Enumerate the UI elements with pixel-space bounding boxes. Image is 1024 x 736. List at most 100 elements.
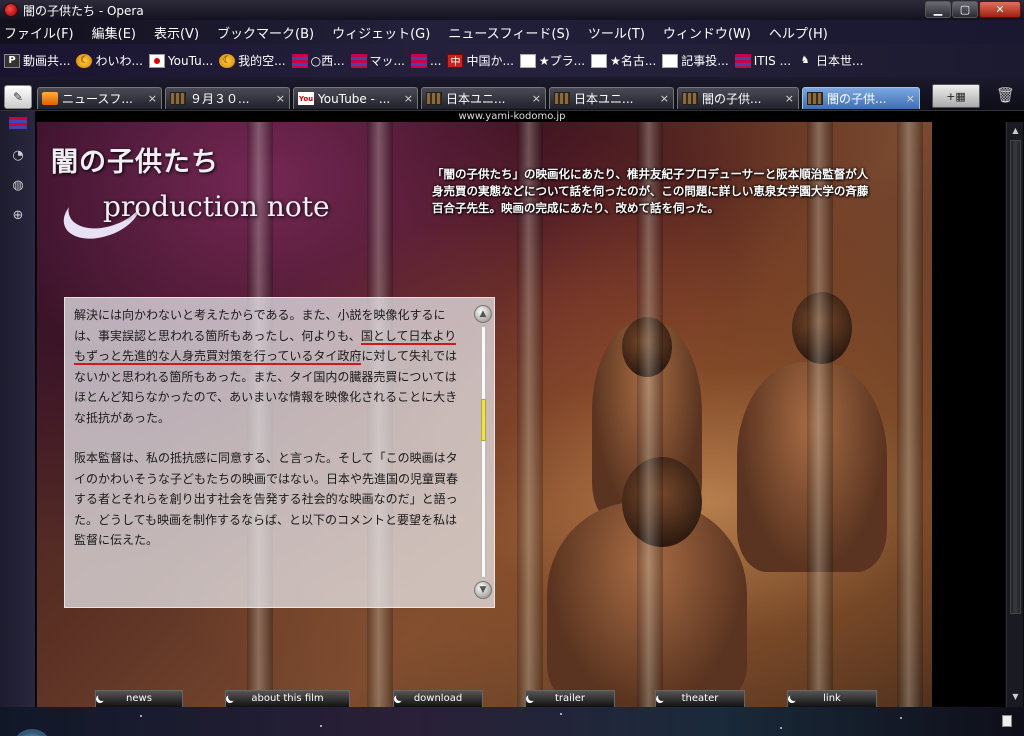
bookmark-item[interactable]: 中中国か... — [447, 52, 514, 69]
scroll-up-button[interactable]: ▲ — [474, 305, 492, 323]
maximize-button[interactable]: ▢ — [952, 1, 978, 18]
white-icon — [662, 53, 679, 68]
horse-icon: ♞ — [800, 55, 810, 66]
bookmark-item[interactable]: P 動画共... — [4, 52, 70, 69]
moon-icon: ☾ — [76, 53, 93, 68]
window-title: 闇の子供たち - Opera — [23, 3, 144, 18]
menu-bar: ファイル(F) 編集(E) 表示(V) ブックマーク(B) ウィジェット(G) … — [0, 20, 1024, 44]
tab-uni-1[interactable]: 日本ユニ... × — [421, 87, 546, 109]
nav-about[interactable]: about this film — [225, 690, 350, 707]
bookmark-item[interactable]: ... — [410, 53, 441, 68]
opera-icon[interactable] — [4, 3, 18, 17]
window-controls: ▁ ▢ ✕ — [925, 1, 1021, 18]
film-icon — [170, 92, 186, 105]
star — [900, 717, 902, 719]
minimize-button[interactable]: ▁ — [925, 1, 951, 18]
trash-icon[interactable]: 🗑 — [996, 86, 1015, 104]
bookmark-item[interactable]: ★プラ... — [519, 52, 585, 69]
tab-close-icon[interactable]: × — [785, 92, 794, 105]
youtube-icon: You — [298, 92, 314, 105]
window-bar — [897, 122, 923, 707]
white-icon — [591, 53, 608, 68]
bars-icon — [291, 53, 308, 68]
bookmark-item[interactable]: ★名古... — [591, 52, 656, 69]
site-logo-title[interactable]: 闇の子供たち — [51, 140, 219, 179]
close-button[interactable]: ✕ — [979, 1, 1021, 18]
history-panel-icon[interactable]: ◔ — [8, 147, 28, 165]
new-tab-button[interactable]: +▦ — [932, 84, 980, 108]
document-icon[interactable] — [1002, 715, 1012, 727]
status-bar — [0, 707, 1024, 736]
white-icon — [519, 53, 536, 68]
scroll-up-arrow-icon[interactable]: ▲ — [1009, 124, 1022, 137]
start-orb-icon[interactable] — [12, 729, 52, 736]
tab-yami-1[interactable]: 闇の子供... × — [677, 87, 799, 109]
tab-close-icon[interactable]: × — [276, 92, 285, 105]
bookmark-item[interactable]: マッ... — [350, 52, 405, 69]
paragraph-2: 阪本監督は、私の抵抗感に同意する、と言った。そして「この映画はタイのかわいそうな… — [74, 451, 459, 547]
tab-close-icon[interactable]: × — [148, 92, 157, 105]
film-icon — [807, 92, 823, 105]
menu-widgets[interactable]: ウィジェット(G) — [332, 23, 430, 42]
tab-uni-2[interactable]: 日本ユニ... × — [549, 87, 674, 109]
bookmark-item[interactable]: ♞ 日本世... — [797, 52, 864, 69]
red-icon: 中 — [447, 53, 464, 68]
star — [780, 727, 782, 729]
page-scrollbar[interactable]: ▲ ▼ — [1006, 122, 1023, 707]
tab-close-icon[interactable]: × — [660, 92, 669, 105]
tab-yami-active[interactable]: 闇の子供... × — [802, 87, 920, 109]
tab-close-icon[interactable]: × — [906, 92, 915, 105]
nav-news[interactable]: news — [95, 690, 183, 707]
feeds-panel-icon[interactable]: ◍ — [8, 177, 28, 195]
bookmark-item[interactable]: ITIS ... — [734, 53, 791, 68]
tab-close-icon[interactable]: × — [404, 92, 413, 105]
side-panel: ◔ ◍ ⊕ — [0, 111, 36, 707]
film-icon — [426, 92, 442, 105]
page-scroll-thumb[interactable] — [1010, 140, 1021, 614]
bars-icon — [410, 53, 427, 68]
bookmark-item[interactable]: ☾ 我的空... — [219, 52, 286, 69]
moon-icon: ☾ — [219, 53, 236, 68]
tab-sep30[interactable]: ９月３０... × — [165, 87, 290, 109]
menu-feeds[interactable]: ニュースフィード(S) — [448, 23, 570, 42]
bookmark-item[interactable]: 記事投... — [662, 52, 729, 69]
paragraph-1: 解決には向かわないと考えたからである。また、小説を映像化するには、事実誤認と思わ… — [74, 308, 458, 425]
title-bar: 闇の子供たち - Opera ▁ ▢ ✕ — [0, 0, 1024, 20]
site-nav: news about this film download trailer th… — [95, 690, 915, 707]
tab-feeds[interactable]: ニュースフ... × — [37, 87, 162, 109]
tab-youtube[interactable]: You YouTube - ... × — [293, 87, 418, 109]
section-title: production note — [103, 190, 330, 223]
menu-help[interactable]: ヘルプ(H) — [769, 23, 828, 42]
p-icon: P — [4, 53, 20, 68]
film-icon — [682, 92, 698, 105]
add-panel-icon[interactable]: ⊕ — [8, 207, 28, 225]
nav-link[interactable]: link — [787, 690, 877, 707]
film-icon — [554, 92, 570, 105]
panel-toggle-icon[interactable]: ✎ — [4, 85, 32, 109]
scroll-thumb[interactable] — [481, 399, 486, 441]
bookmark-item[interactable]: YouTu... — [148, 53, 213, 68]
scroll-down-arrow-icon[interactable]: ▼ — [1009, 690, 1022, 703]
menu-view[interactable]: 表示(V) — [154, 23, 199, 42]
scroll-track[interactable] — [481, 326, 486, 578]
bookmark-item[interactable]: ☾ わいわ... — [76, 52, 143, 69]
scroll-down-button[interactable]: ▼ — [474, 581, 492, 599]
web-page: 闇の子供たち production note 「闇の子供たち」の映画化にあたり、… — [37, 122, 1005, 707]
menu-edit[interactable]: 編集(E) — [92, 23, 136, 42]
menu-bookmarks[interactable]: ブックマーク(B) — [217, 23, 314, 42]
nav-trailer[interactable]: trailer — [525, 690, 615, 707]
menu-window[interactable]: ウィンドウ(W) — [663, 23, 751, 42]
intro-text: 「闇の子供たち」の映画化にあたり、椎井友紀子プロデューサーと阪本順治監督が人身売… — [432, 167, 869, 215]
article-text: 解決には向かわないと考えたからである。また、小説を映像化するには、事実誤認と思わ… — [74, 305, 466, 571]
menu-file[interactable]: ファイル(F) — [4, 23, 74, 42]
article-box: 解決には向かわないと考えたからである。また、小説を映像化するには、事実誤認と思わ… — [64, 297, 495, 608]
tab-close-icon[interactable]: × — [532, 92, 541, 105]
star — [560, 713, 562, 715]
bars-icon — [734, 53, 751, 68]
bookmarks-bar: P 動画共... ☾ わいわ... YouTu... ☾ 我的空... ○西... マ… — [0, 44, 1024, 77]
nav-download[interactable]: download — [393, 690, 483, 707]
bookmark-item[interactable]: ○西... — [291, 52, 345, 69]
nav-theater[interactable]: theater — [655, 690, 745, 707]
menu-tools[interactable]: ツール(T) — [588, 23, 645, 42]
bookmarks-panel-icon[interactable] — [9, 117, 27, 129]
